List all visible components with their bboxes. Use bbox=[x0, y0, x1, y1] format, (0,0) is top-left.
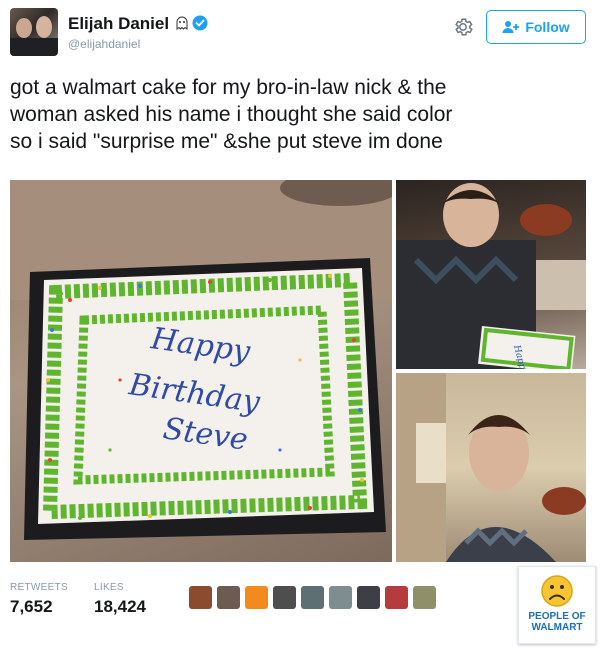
portrait-photo[interactable] bbox=[396, 373, 586, 562]
likes-stat[interactable]: LIKES 18,424 bbox=[94, 582, 174, 617]
liker-avatar[interactable] bbox=[385, 586, 408, 609]
tweet-text-line: so i said "surprise me" &she put steve i… bbox=[10, 130, 443, 153]
person-with-cake-illustration: Happy bbox=[396, 183, 586, 369]
gear-icon[interactable] bbox=[452, 16, 474, 38]
likes-label: LIKES bbox=[94, 582, 124, 593]
liker-avatar[interactable] bbox=[273, 586, 296, 609]
retweets-stat[interactable]: RETWEETS 7,652 bbox=[10, 582, 90, 617]
sad-face-icon bbox=[541, 575, 573, 607]
follow-button-label: Follow bbox=[525, 19, 570, 35]
author-name[interactable]: Elijah Daniel bbox=[68, 14, 169, 33]
likes-count: 18,424 bbox=[94, 597, 146, 616]
tweet-text: got a walmart cake for my bro-in-law nic… bbox=[10, 74, 590, 155]
add-user-icon bbox=[502, 21, 520, 33]
retweets-label: RETWEETS bbox=[10, 582, 68, 593]
verified-badge-icon bbox=[192, 15, 208, 31]
cake-photo[interactable]: Happy Birthday Steve bbox=[10, 180, 392, 562]
person-with-cake-photo[interactable]: Happy bbox=[396, 180, 586, 369]
tweet-media: Happy Birthday Steve Happy bbox=[10, 180, 586, 562]
tweet-header: Elijah Daniel @elijahdaniel Follow bbox=[10, 8, 590, 58]
liker-avatars bbox=[189, 586, 436, 612]
liker-avatar[interactable] bbox=[329, 586, 352, 609]
author-name-row: Elijah Daniel bbox=[68, 14, 208, 34]
portrait-illustration bbox=[396, 373, 586, 562]
liker-avatar[interactable] bbox=[301, 586, 324, 609]
watermark-line-1: PEOPLE OF bbox=[528, 611, 586, 622]
liker-avatar[interactable] bbox=[413, 586, 436, 609]
watermark-line-2: WALMART bbox=[531, 622, 583, 633]
tweet-text-line: got a walmart cake for my bro-in-law nic… bbox=[10, 76, 447, 99]
retweets-count: 7,652 bbox=[10, 597, 53, 616]
liker-avatar[interactable] bbox=[189, 586, 212, 609]
author-avatar[interactable] bbox=[10, 8, 58, 56]
people-of-walmart-watermark: PEOPLE OF WALMART bbox=[518, 566, 596, 644]
ghost-icon bbox=[176, 16, 188, 30]
cake-illustration: Happy Birthday Steve bbox=[10, 180, 392, 540]
follow-button[interactable]: Follow bbox=[486, 10, 586, 44]
author-handle[interactable]: @elijahdaniel bbox=[68, 37, 140, 51]
liker-avatar[interactable] bbox=[245, 586, 268, 609]
liker-avatar[interactable] bbox=[357, 586, 380, 609]
tweet-text-line: woman asked his name i thought she said … bbox=[10, 103, 453, 126]
watermark-text: PEOPLE OF WALMART bbox=[528, 611, 585, 633]
liker-avatar[interactable] bbox=[217, 586, 240, 609]
